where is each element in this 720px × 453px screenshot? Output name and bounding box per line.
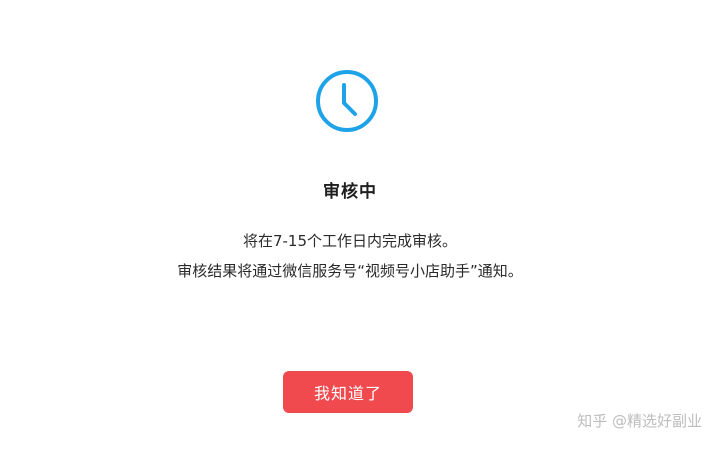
clock-icon — [316, 70, 378, 132]
review-timeline-text: 将在7-15个工作日内完成审核。 — [242, 232, 458, 250]
notification-channel-text: 审核结果将通过微信服务号“视频号小店助手”通知。 — [177, 262, 523, 280]
watermark: 知乎 @精选好副业 — [577, 412, 702, 430]
review-status-page: 审核中 将在7-15个工作日内完成审核。 审核结果将通过微信服务号“视频号小店助… — [0, 0, 720, 453]
page-title: 审核中 — [323, 182, 377, 202]
acknowledge-button[interactable]: 我知道了 — [283, 371, 413, 413]
